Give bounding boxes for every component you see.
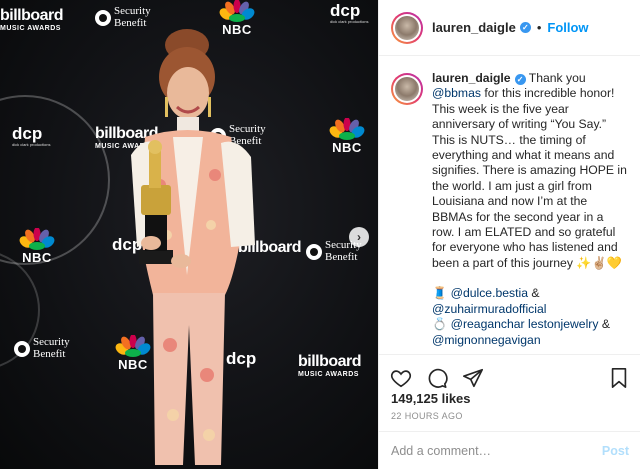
post-comment-button[interactable]: Post <box>602 444 629 458</box>
mention-link[interactable]: @zuhairmuradofficial <box>432 302 546 316</box>
post-header: lauren_daigle ✓ • Follow <box>379 0 640 56</box>
nbc-peacock-icon <box>219 0 255 22</box>
profile-photo <box>395 77 419 101</box>
username-link[interactable]: lauren_daigle <box>432 20 516 35</box>
caption-text: lauren_daigle ✓ Thank you @bbmas for this… <box>432 71 627 347</box>
separator-dot: • <box>536 20 542 35</box>
caption-username-link[interactable]: lauren_daigle <box>432 71 511 85</box>
mention-link[interactable]: @dulce.bestia <box>451 286 528 300</box>
nbc-logo: NBC <box>18 228 56 264</box>
follow-button[interactable]: Follow <box>547 20 588 35</box>
profile-photo <box>395 15 419 40</box>
dcp-logo: dcp dick clark productions <box>12 124 51 147</box>
mention-link[interactable]: @bbmas <box>432 86 481 100</box>
billboard-logo: billboard MUSIC AWARDS <box>0 7 64 33</box>
mention-link[interactable]: @reaganchar lestonjewelry <box>451 317 599 331</box>
post-photo[interactable]: billboard MUSIC AWARDS Security Benefit N… <box>0 0 378 469</box>
likes-count[interactable]: 149,125 likes <box>391 391 471 406</box>
billboard-logo: billboard MUSIC AWARDS <box>298 353 362 379</box>
nbc-logo: NBC <box>328 118 366 154</box>
comment-input[interactable] <box>391 443 602 458</box>
paper-plane-icon[interactable] <box>461 366 485 390</box>
mention-link[interactable]: @mignonnegavigan <box>432 333 541 347</box>
verified-badge-icon: ✓ <box>514 74 526 86</box>
verified-badge-icon: ✓ <box>519 22 531 33</box>
post-sidebar: lauren_daigle ✓ • Follow lauren_daigle ✓ … <box>378 0 640 469</box>
avatar[interactable] <box>391 73 423 105</box>
bookmark-icon[interactable] <box>607 366 631 390</box>
dcp-logo: dcp dick clark productions <box>330 1 369 24</box>
nbc-peacock-icon <box>329 118 365 140</box>
carousel-next-button[interactable]: › <box>349 227 369 247</box>
avatar[interactable] <box>391 11 423 44</box>
chevron-right-icon: › <box>357 230 361 244</box>
person-holding-award <box>131 29 255 465</box>
comments-section[interactable]: lauren_daigle ✓ Thank you @bbmas for this… <box>379 57 640 354</box>
add-comment-bar: Post <box>379 431 640 469</box>
caption: lauren_daigle ✓ Thank you @bbmas for this… <box>391 71 629 354</box>
security-benefit-icon <box>14 340 30 357</box>
heart-icon[interactable] <box>389 366 413 390</box>
security-benefit-icon <box>306 243 322 260</box>
security-benefit-logo: Security Benefit <box>14 336 70 360</box>
security-benefit-icon <box>95 9 111 26</box>
post-timestamp[interactable]: 22 HOURS AGO <box>391 411 463 421</box>
nbc-peacock-icon <box>19 228 55 250</box>
comment-icon[interactable] <box>425 366 449 390</box>
